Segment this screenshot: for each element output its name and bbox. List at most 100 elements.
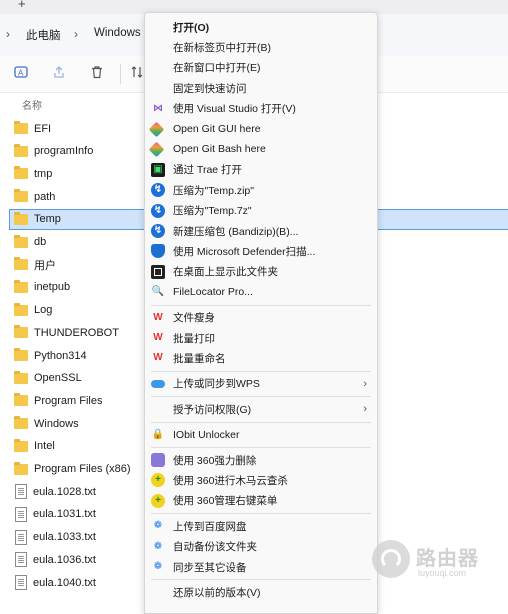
menu-item[interactable]: 🔒 IObit Unlocker (145, 425, 377, 445)
lock-icon: 🔒 (151, 428, 165, 440)
new-tab-button[interactable]: + (18, 0, 26, 11)
menu-item[interactable]: W 批量打印 (145, 328, 377, 348)
menu-item[interactable]: ↯ 压缩为"Temp.zip" (145, 180, 377, 200)
item-name: eula.1028.txt (33, 485, 96, 498)
menu-item[interactable]: ↯ 新建压缩包 (Bandizip)(B)... (145, 221, 377, 241)
folder-icon (14, 348, 28, 361)
menu-separator (151, 421, 371, 423)
menu-item[interactable]: ❁ 自动备份该文件夹 (145, 537, 377, 557)
folder-icon (14, 189, 28, 203)
text-file-icon (15, 506, 27, 522)
folder-icon (14, 234, 28, 248)
ai-rename-icon[interactable]: A (12, 65, 30, 83)
folder-icon (14, 166, 28, 180)
wps-cloud-icon (151, 379, 165, 388)
item-name: Windows (34, 417, 79, 430)
menu-item[interactable]: + 使用 360进行木马云查杀 (145, 470, 377, 490)
menu-item-label: 打开(O) (173, 21, 210, 34)
menu-item[interactable]: Open Git GUI here (145, 119, 377, 139)
breadcrumb-this-pc[interactable]: 此电脑 (26, 27, 61, 43)
git-bash-icon (148, 141, 165, 158)
menu-separator (151, 513, 371, 515)
menu-item-label: 使用 Visual Studio 打开(V) (173, 103, 296, 116)
menu-item[interactable]: 使用 360强力删除 (145, 450, 377, 470)
menu-item-label: 批量打印 (173, 332, 215, 345)
menu-item-label: 使用 Microsoft Defender扫描... (173, 245, 316, 258)
watermark-logo: 路由器 luyouqi.com (372, 540, 508, 592)
chevron-right-icon[interactable]: › (6, 27, 10, 41)
watermark-subtext: luyouqi.com (418, 568, 467, 578)
wps-icon: W (153, 311, 163, 323)
menu-item-label: 新建压缩包 (Bandizip)(B)... (173, 225, 299, 238)
menu-item-label: IObit Unlocker (173, 428, 240, 441)
item-name: THUNDEROBOT (34, 326, 119, 339)
share-icon[interactable] (50, 65, 68, 83)
menu-item[interactable]: ❁ 同步至其它设备 (145, 557, 377, 577)
folder-icon (14, 211, 28, 225)
baidu-netdisk-icon: ❁ (153, 540, 163, 552)
folder-icon (14, 279, 28, 293)
item-name: OpenSSL (34, 372, 82, 385)
menu-item[interactable]: 在新窗口中打开(E) (145, 58, 377, 78)
menu-item[interactable]: 还原以前的版本(V) (145, 582, 377, 602)
folder-icon (14, 143, 28, 157)
menu-item[interactable]: 🔍 FileLocator Pro... (145, 282, 377, 302)
menu-item-label: 上传到百度网盘 (173, 520, 247, 533)
bandizip-icon: ↯ (151, 183, 165, 198)
menu-item-label: 通过 Trae 打开 (173, 164, 243, 177)
delete-icon[interactable] (88, 65, 106, 83)
router-logo-icon (372, 540, 410, 578)
search-icon: 🔍 (151, 286, 165, 298)
menu-item[interactable]: W 文件瘦身 (145, 308, 377, 328)
item-name: eula.1036.txt (33, 553, 96, 566)
folder-icon (14, 393, 28, 407)
wps-icon: W (153, 352, 163, 364)
menu-item[interactable]: + 使用 360管理右键菜单 (145, 491, 377, 511)
menu-item-label: 在新标签页中打开(B) (173, 41, 271, 54)
defender-shield-icon (151, 244, 165, 259)
item-name: eula.1033.txt (33, 531, 96, 544)
menu-item-label: 上传或同步到WPS (173, 378, 260, 391)
git-gui-icon (148, 121, 165, 137)
breadcrumb-windows[interactable]: Windows (94, 27, 141, 39)
menu-item[interactable]: ↯ 压缩为"Temp.7z" (145, 201, 377, 221)
bandizip-icon: ↯ (151, 203, 165, 218)
menu-item[interactable]: 在桌面上显示此文件夹 (145, 262, 377, 282)
menu-item-label: Open Git Bash here (173, 143, 266, 156)
menu-separator (151, 304, 371, 306)
chevron-right-icon: › (363, 403, 367, 416)
svg-text:A: A (18, 69, 24, 78)
chevron-right-icon[interactable]: › (74, 27, 78, 41)
toolbar-divider (120, 64, 121, 84)
menu-item-label: Open Git GUI here (173, 123, 261, 135)
context-menu: 打开(O) 在新标签页中打开(B) 在新窗口中打开(E) 固定到快速访问 ⋈ 使用 Vis… (144, 12, 378, 614)
baidu-netdisk-icon: ❁ (153, 520, 163, 532)
folder-icon (14, 302, 28, 316)
menu-item[interactable]: ❁ 上传到百度网盘 (145, 516, 377, 536)
desktop-icon (151, 264, 165, 279)
menu-item[interactable]: 在新标签页中打开(B) (145, 37, 377, 57)
360-scan-icon: + (151, 473, 165, 488)
menu-item[interactable]: ▣ 通过 Trae 打开 (145, 160, 377, 180)
text-file-icon (15, 529, 27, 545)
item-name: Program Files (34, 394, 103, 407)
menu-item[interactable]: 上传或同步到WPS › (145, 374, 377, 394)
menu-item[interactable]: W 批量重命名 (145, 348, 377, 368)
menu-item-label: 固定到快速访问 (173, 82, 247, 95)
menu-item-label: 在新窗口中打开(E) (173, 62, 261, 75)
menu-item-label: 批量重命名 (173, 352, 226, 365)
folder-icon (14, 121, 28, 134)
menu-item-label: 使用 360管理右键菜单 (173, 495, 278, 508)
menu-item[interactable]: 使用 Microsoft Defender扫描... (145, 241, 377, 261)
menu-item[interactable]: ⋈ 使用 Visual Studio 打开(V) (145, 99, 377, 119)
menu-item[interactable]: 固定到快速访问 (145, 78, 377, 98)
menu-item-label: 压缩为"Temp.zip" (173, 184, 254, 197)
folder-icon (14, 461, 28, 475)
menu-separator (151, 579, 371, 581)
menu-item[interactable]: 授予访问权限(G) › (145, 399, 377, 419)
menu-item[interactable]: Open Git Bash here (145, 139, 377, 159)
menu-separator (151, 396, 371, 398)
menu-item[interactable]: 打开(O) (145, 17, 377, 37)
column-header-name[interactable]: 名称 (22, 97, 42, 112)
visual-studio-icon: ⋈ (153, 102, 163, 114)
